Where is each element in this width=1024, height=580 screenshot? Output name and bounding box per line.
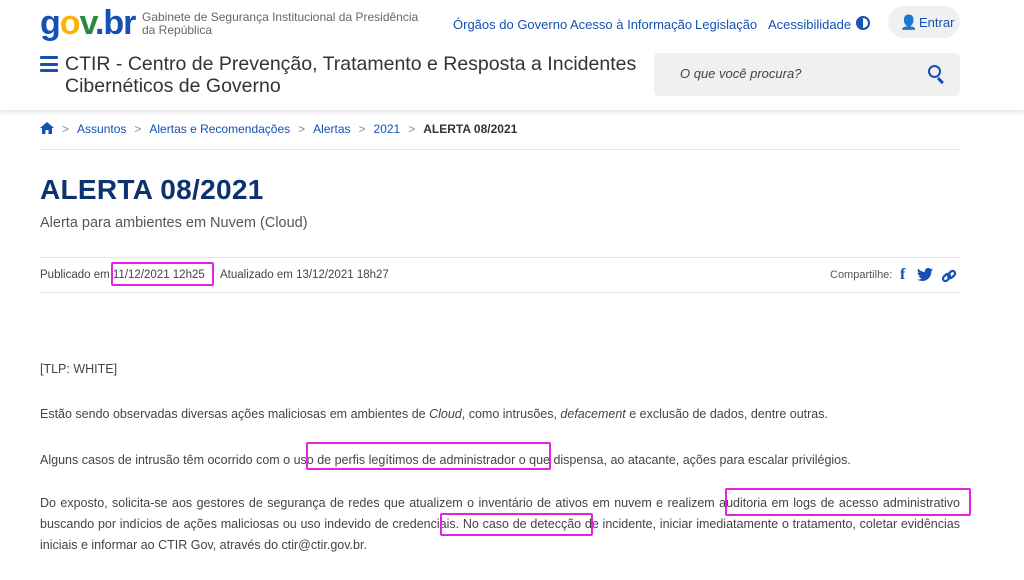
govbr-logo[interactable]: gov.br [40,4,136,42]
nav-acessibilidade[interactable]: Acessibilidade [768,17,851,32]
twitter-icon[interactable] [917,267,933,284]
home-icon[interactable] [40,122,54,134]
breadcrumb: > Assuntos > Alertas e Recomendações > Alerta… [40,122,517,136]
agency-name: Gabinete de Segurança Institucional da P… [142,10,419,37]
highlight-box [725,488,971,516]
breadcrumb-2021[interactable]: 2021 [374,122,401,136]
divider [40,257,960,258]
page-subtitle: Alerta para ambientes em Nuvem (Cloud) [40,215,308,231]
link-icon[interactable] [941,268,957,287]
breadcrumb-assuntos[interactable]: Assuntos [77,122,126,136]
divider [40,292,960,293]
facebook-icon[interactable]: f [900,266,905,284]
page-title: ALERTA 08/2021 [40,174,264,205]
menu-icon[interactable] [40,56,58,72]
user-icon: 👤 [900,14,918,30]
tlp-label: [TLP: WHITE] [40,362,118,376]
login-button[interactable]: 👤 Entrar [888,6,960,38]
contrast-icon[interactable] [856,16,870,30]
publication-info: Publicado em 11/12/2021 12h25 Atualizado… [40,269,389,281]
site-header: gov.br Gabinete de Segurança Institucion… [0,0,1024,110]
search-input[interactable] [678,65,922,82]
highlight-box [306,442,551,470]
search-icon[interactable] [928,65,941,78]
nav-orgaos[interactable]: Órgãos do Governo [453,17,567,32]
breadcrumb-alertas[interactable]: Alertas [313,122,350,136]
highlight-box [440,513,593,536]
paragraph-1: Estão sendo observadas diversas ações ma… [40,407,828,421]
divider [40,149,960,150]
breadcrumb-current: ALERTA 08/2021 [423,122,518,136]
site-title: CTIR - Centro de Prevenção, Tratamento e… [65,53,637,97]
share-label: Compartilhe: [830,269,893,281]
highlight-box [111,262,214,286]
nav-legislacao[interactable]: Legislação [695,17,757,32]
search-box [654,53,960,96]
nav-acesso-informacao[interactable]: Acesso à Informação [570,17,692,32]
breadcrumb-alertas-recomendacoes[interactable]: Alertas e Recomendações [149,122,290,136]
updated-date: 13/12/2021 18h27 [296,269,389,281]
